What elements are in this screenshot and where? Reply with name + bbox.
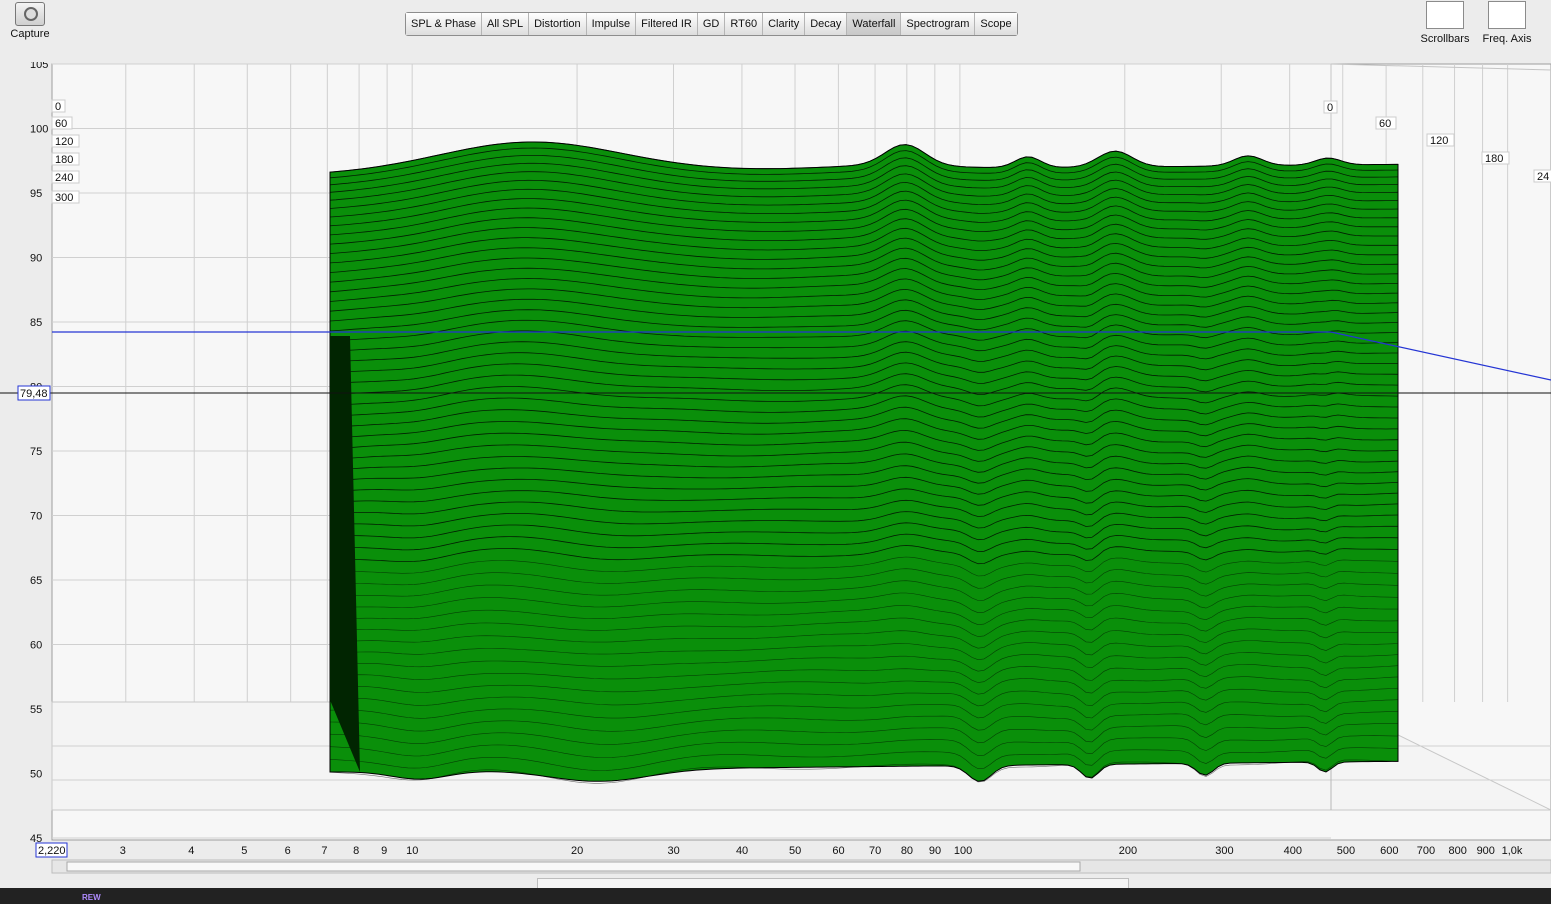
y-tick-label: 50 (30, 769, 42, 781)
x-tick-label: 900 (1477, 845, 1495, 857)
tab-gd[interactable]: GD (697, 13, 726, 35)
x-tick-label: 4 (188, 845, 194, 857)
y-tick-label: 105 (30, 62, 48, 71)
x-tick-label: 1,0k (1502, 845, 1523, 857)
scrollbars-button[interactable]: Scrollbars (1412, 0, 1478, 45)
app-name: REW (82, 893, 101, 902)
scrollbars-label: Scrollbars (1420, 33, 1470, 45)
cursor-freq-value: 2,220 (38, 845, 66, 857)
tab-distortion[interactable]: Distortion (529, 13, 587, 35)
graph-tabs: SPL & Phase All SPL Distortion Impulse F… (405, 12, 1018, 36)
y-tick-label: 85 (30, 317, 42, 329)
x-tick-label: 600 (1380, 845, 1398, 857)
x-tick-label: 3 (120, 845, 126, 857)
time-label-right: 120 (1430, 135, 1448, 147)
x-tick-label: 500 (1337, 845, 1355, 857)
y-tick-label: 100 (30, 124, 48, 136)
x-tick-label: 800 (1449, 845, 1467, 857)
x-tick-label: 30 (668, 845, 680, 857)
time-label-left: 120 (55, 136, 73, 148)
freq-axis-button[interactable]: Freq. Axis (1474, 0, 1540, 45)
waterfall-surface (329, 141, 1399, 784)
taskbar (0, 888, 1551, 904)
y-tick-label: 60 (30, 640, 42, 652)
freq-axis-icon (1488, 1, 1526, 29)
scrollbar-thumb[interactable] (66, 861, 1081, 872)
time-label-right: 180 (1485, 153, 1503, 165)
y-tick-label: 90 (30, 253, 42, 265)
tab-all-spl[interactable]: All SPL (482, 13, 530, 35)
tab-scope[interactable]: Scope (975, 13, 1017, 35)
time-label-left: 240 (55, 172, 73, 184)
y-tick-label: 70 (30, 511, 42, 523)
tab-clarity[interactable]: Clarity (763, 13, 806, 35)
y-tick-label: 95 (30, 188, 42, 200)
y-tick-label: 75 (30, 446, 42, 458)
x-tick-label: 5 (241, 845, 247, 857)
x-tick-label: 100 (954, 845, 972, 857)
x-tick-label: 400 (1284, 845, 1302, 857)
x-tick-label: 6 (285, 845, 291, 857)
time-label-left: 180 (55, 154, 73, 166)
scrollbars-icon (1426, 1, 1464, 29)
time-label-right: 24 (1537, 171, 1549, 183)
freq-axis-label: Freq. Axis (1482, 33, 1532, 45)
x-tick-label: 80 (901, 845, 913, 857)
tab-rt60[interactable]: RT60 (725, 13, 764, 35)
x-tick-label: 50 (789, 845, 801, 857)
x-tick-label: 700 (1417, 845, 1435, 857)
capture-label: Capture (10, 28, 50, 40)
tab-spl-phase[interactable]: SPL & Phase (406, 13, 483, 35)
x-tick-label: 8 (353, 845, 359, 857)
camera-icon (15, 2, 45, 26)
tab-filtered-ir[interactable]: Filtered IR (636, 13, 698, 35)
x-tick-label: 300 (1215, 845, 1233, 857)
top-toolbar: Capture SPL & Phase All SPL Distortion I… (0, 0, 1551, 63)
time-label-left: 60 (55, 118, 67, 130)
time-label-left: 0 (55, 101, 61, 113)
cursor-db-value: 79,48 (20, 388, 48, 400)
x-tick-label: 10 (406, 845, 418, 857)
x-tick-label: 60 (832, 845, 844, 857)
tab-impulse[interactable]: Impulse (586, 13, 637, 35)
waterfall-plot[interactable]: 1051009590858075706560555045 34567891020… (0, 62, 1551, 904)
time-label-right: 60 (1379, 118, 1391, 130)
tab-waterfall[interactable]: Waterfall (847, 13, 902, 35)
x-tick-label: 70 (869, 845, 881, 857)
x-tick-label: 7 (321, 845, 327, 857)
capture-button[interactable]: Capture (4, 2, 56, 46)
x-tick-label: 20 (571, 845, 583, 857)
x-tick-label: 9 (381, 845, 387, 857)
tab-spectrogram[interactable]: Spectrogram (901, 13, 976, 35)
y-tick-label: 55 (30, 704, 42, 716)
time-label-right: 0 (1327, 102, 1333, 114)
tab-decay[interactable]: Decay (805, 13, 848, 35)
y-tick-label: 65 (30, 575, 42, 587)
x-tick-label: 200 (1119, 845, 1137, 857)
x-tick-label: 90 (929, 845, 941, 857)
x-tick-label: 40 (736, 845, 748, 857)
time-label-left: 300 (55, 192, 73, 204)
